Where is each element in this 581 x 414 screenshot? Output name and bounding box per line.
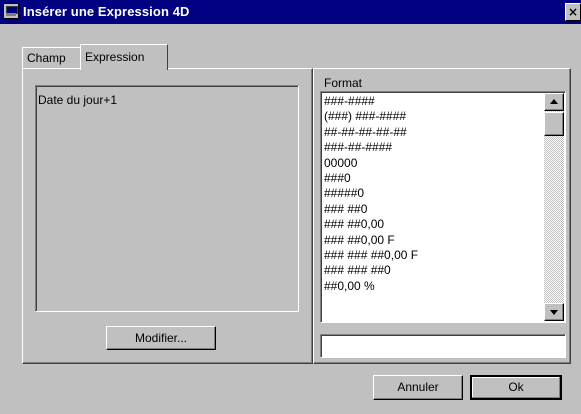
format-list-scrollbar[interactable] [544, 93, 564, 321]
title-bar[interactable]: Insérer une Expression 4D × [0, 0, 581, 24]
cancel-button[interactable]: Annuler [373, 375, 463, 400]
format-list-item[interactable]: ### ##0,00 F [323, 233, 545, 248]
expression-area[interactable]: Date du jour+1 [35, 85, 299, 312]
format-list-item[interactable]: #####0 [323, 186, 545, 201]
app-icon [3, 3, 19, 19]
tab-champ[interactable]: Champ [22, 47, 82, 69]
format-list-items: ###-#### (###) ###-#### ##-##-##-##-## ###-… [323, 94, 545, 294]
format-list-item[interactable]: ##0,00 % [323, 279, 545, 294]
scroll-up-button[interactable] [544, 93, 564, 111]
format-label: Format [324, 76, 363, 90]
arrow-down-icon [550, 310, 558, 315]
close-button[interactable]: × [565, 3, 581, 21]
format-list-item[interactable]: ### ### ##0 [323, 263, 545, 278]
format-list-item[interactable]: (###) ###-#### [323, 109, 545, 124]
expression-text: Date du jour+1 [38, 93, 118, 107]
format-list[interactable]: ###-#### (###) ###-#### ##-##-##-##-## ###-… [320, 91, 566, 323]
format-list-item[interactable]: ##-##-##-##-## [323, 125, 545, 140]
window-title: Insérer une Expression 4D [23, 4, 190, 19]
format-input[interactable] [320, 334, 566, 358]
insert-expression-dialog: Insérer une Expression 4D × Champ Expres… [0, 0, 581, 414]
format-list-item[interactable]: ###0 [323, 171, 545, 186]
format-list-item[interactable]: ###-##-#### [323, 140, 545, 155]
format-list-item[interactable]: ### ##0 [323, 202, 545, 217]
format-list-item[interactable]: 00000 [323, 156, 545, 171]
format-list-item[interactable]: ### ### ##0,00 F [323, 248, 545, 263]
arrow-up-icon [550, 99, 558, 104]
modify-button[interactable]: Modifier... [106, 326, 216, 350]
scroll-thumb[interactable] [544, 112, 564, 136]
ok-button[interactable]: Ok [470, 375, 562, 400]
tab-expression[interactable]: Expression [80, 44, 168, 70]
scroll-down-button[interactable] [544, 303, 564, 321]
format-list-item[interactable]: ###-#### [323, 94, 545, 109]
format-list-item[interactable]: ### ##0,00 [323, 217, 545, 232]
